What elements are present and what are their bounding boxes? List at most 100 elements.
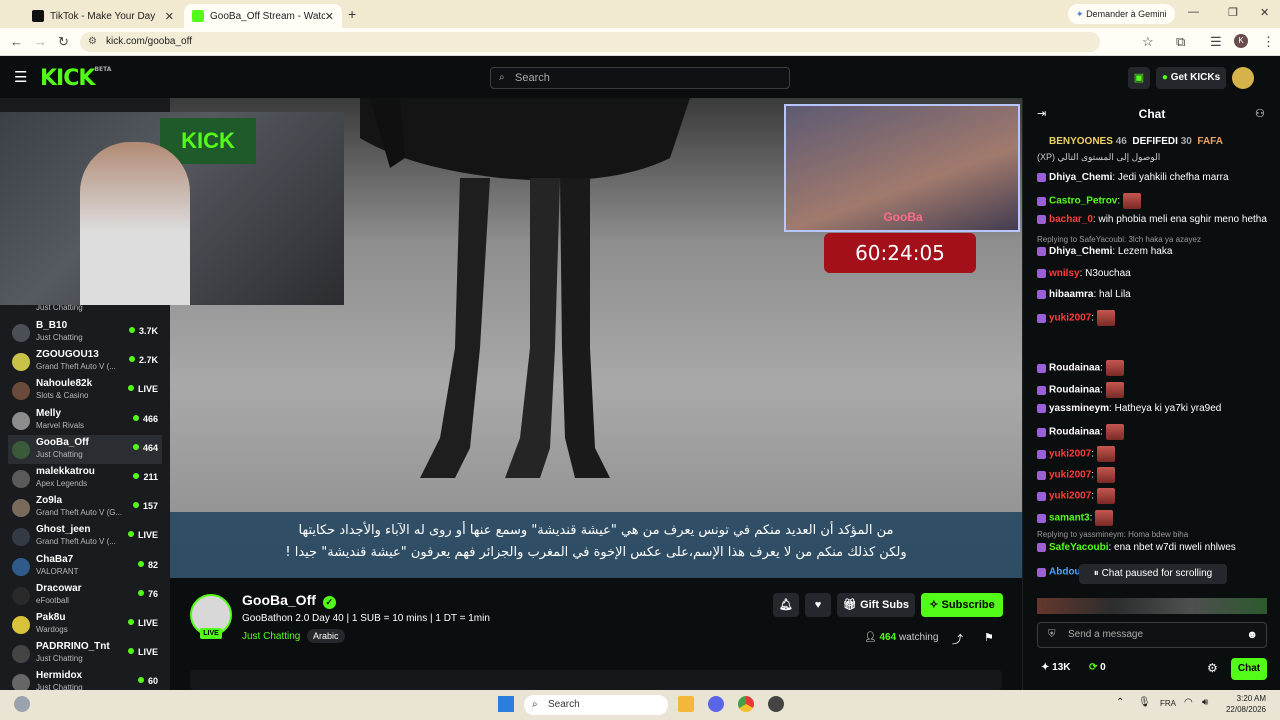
new-tab-icon[interactable]: + [348,6,356,22]
chat-settings-icon[interactable]: ⚙ [1207,661,1218,675]
share-icon[interactable]: ⤴ [952,631,963,647]
sidebar-item-channel[interactable]: malekkatrou Apex Legends 211 [8,464,162,493]
follow-heart-button[interactable]: ♥ [805,593,831,617]
channel-avatar [12,586,30,605]
chat-username[interactable]: Dhiya_Chemi [1049,172,1112,183]
notification-bell-button[interactable]: 🔔︎ [773,593,799,617]
chat-username[interactable]: Castro_Petrov [1049,196,1117,207]
chat-username[interactable]: Abdou [1049,567,1081,578]
get-kicks-button[interactable]: ● Get KICKs [1156,67,1226,89]
chat-username[interactable]: yuki2007 [1049,491,1091,502]
window-close-icon[interactable]: ✕ [1260,6,1269,19]
more-menu-icon[interactable]: ⋮ [1262,34,1275,50]
drops-icon[interactable]: ▣ [1128,67,1150,89]
sidebar-item-channel[interactable]: ChaBa7 VALORANT 82 [8,552,162,581]
file-explorer-icon[interactable] [678,696,694,712]
back-icon[interactable]: ← [10,34,23,49]
chat-send-button[interactable]: Chat [1231,658,1267,680]
gift-subs-button[interactable]: 🎁︎ Gift Subs [837,593,915,617]
chat-username[interactable]: yuki2007 [1049,470,1091,481]
sidebar-item-channel[interactable]: Dracowar eFootball 76 [8,581,162,610]
emote-icon [1096,488,1115,504]
chat-paused-banner[interactable]: ⏸ Chat paused for scrolling [1079,564,1227,584]
reload-icon[interactable]: ↻ [58,34,69,50]
windows-start-icon[interactable] [498,696,514,712]
chat-message-input[interactable]: ⛨ Send a message ☻ [1037,622,1267,648]
kick-logo[interactable]: KICKBETA [40,66,111,91]
tray-chevron-icon[interactable]: ⌃ [1116,697,1124,708]
chat-username[interactable]: wnilsy [1049,268,1080,279]
stream-category[interactable]: Just Chatting [242,631,300,642]
chat-username[interactable]: yuki2007 [1049,449,1091,460]
forward-icon[interactable]: → [34,34,47,49]
sidebar-item-channel[interactable]: Melly Marvel Rivals 466 [8,406,162,435]
minimize-icon[interactable]: — [1188,6,1199,18]
wifi-icon[interactable]: ◠ [1184,697,1193,708]
sidebar-item-channel[interactable]: Nahoule82k Slots & Casino LIVE [8,376,162,405]
chat-username[interactable]: samant3 [1049,513,1090,524]
tag-pill[interactable]: Arabic [307,629,345,643]
emoji-icon[interactable]: ☻ [1246,623,1258,647]
chat-message: yuki2007: [1037,446,1117,462]
close-icon[interactable]: ✕ [325,10,334,23]
chat-title: Chat [1138,107,1166,121]
app-icon[interactable] [768,696,784,712]
user-avatar[interactable] [1232,67,1254,89]
report-icon[interactable]: ⚑ [984,631,994,644]
extensions-icon[interactable]: ⧉ [1176,34,1185,50]
sidebar-item-channel[interactable]: Ghost_jeen Grand Theft Auto V (... LIVE [8,522,162,551]
subscriber-badge-icon [1037,313,1046,323]
url-field[interactable]: ⚙ kick.com/gooba_off [80,32,1100,52]
chat-username[interactable]: Dhiya_Chemi [1049,246,1112,257]
bookmark-star-icon[interactable]: ☆ [1142,34,1154,50]
search-input[interactable]: ⌕ Search [490,67,790,89]
subscribe-button[interactable]: ✧ Subscribe [921,593,1003,617]
clock[interactable]: 3:20 AM 22/08/2026 [1222,693,1266,715]
sidebar-item-channel[interactable]: Zo9la Grand Theft Auto V (G... 157 [8,493,162,522]
channel-name: B_B10 [36,320,68,331]
chrome-icon[interactable] [738,696,754,712]
logo-text: KICK [40,66,95,91]
tab-label: GooBa_Off Stream - Watch Live [210,10,325,22]
subtitle-line: ولكن كذلك منكم من لا يعرف هذا الإسم،على … [285,545,907,560]
chat-users-icon[interactable]: ⚇ [1255,107,1265,120]
tab-search-icon[interactable]: ☰ [1210,34,1222,50]
chat-username[interactable]: Roudainaa [1049,363,1100,374]
sidebar-item-channel[interactable]: Pak8u Wardogs LIVE [8,610,162,639]
profile-avatar[interactable]: K [1234,34,1248,48]
chat-placeholder: Send a message [1068,629,1144,640]
sidebar-item-channel[interactable]: PADRRINO_Tnt Just Chatting LIVE [8,639,162,668]
gifter-name: BENYOONES [1049,136,1113,147]
taskbar-search[interactable]: ⌕ Search [524,695,668,715]
chat-username[interactable]: yassmineym [1049,403,1109,414]
tab-tiktok[interactable]: TikTok - Make Your Day ✕ [24,4,182,28]
chat-username[interactable]: Roudainaa [1049,385,1100,396]
gemini-button[interactable]: ✦ Demander à Gemini [1068,4,1175,24]
emote-bar[interactable] [1037,598,1267,614]
chat-username[interactable]: hibaamra [1049,289,1093,300]
tab-kick[interactable]: GooBa_Off Stream - Watch Live ✕ [184,4,342,28]
close-icon[interactable]: ✕ [165,10,174,23]
weather-icon[interactable] [14,696,30,712]
maximize-icon[interactable]: ❐ [1228,6,1238,19]
channel-name: Zo9la [36,495,63,507]
streamer-name[interactable]: GooBa_Off ✓ [242,592,336,609]
chat-username[interactable]: SafeYacoubi [1049,542,1108,553]
subscriber-badge-icon [1037,403,1046,413]
volume-icon[interactable]: 🔊︎ [1202,697,1208,708]
chat-username[interactable]: Roudainaa [1049,427,1100,438]
channel-points[interactable]: ⟳ 0 [1089,662,1106,673]
chat-username[interactable]: bachar_0 [1049,214,1093,225]
gifter-name: DEFIFEDI [1132,136,1178,147]
discord-icon[interactable] [708,696,724,712]
language-indicator[interactable]: FRA [1160,699,1176,708]
hamburger-menu-icon[interactable]: ☰ [14,68,27,86]
microphone-icon[interactable]: 🎙︎ [1138,697,1151,708]
sidebar-item-channel[interactable]: B_B10 Just Chatting 3.7K [8,318,162,347]
kicks-balance[interactable]: ✦ 13K [1041,662,1071,673]
subscriber-badge-icon [1037,385,1046,395]
chat-username[interactable]: yuki2007 [1049,313,1091,324]
site-info-icon[interactable]: ⚙ [88,32,97,52]
sidebar-item-channel[interactable]: ZGOUGOU13 Grand Theft Auto V (... 2.7K [8,347,162,376]
sidebar-item-channel[interactable]: GooBa_Off Just Chatting 464 [8,434,162,464]
